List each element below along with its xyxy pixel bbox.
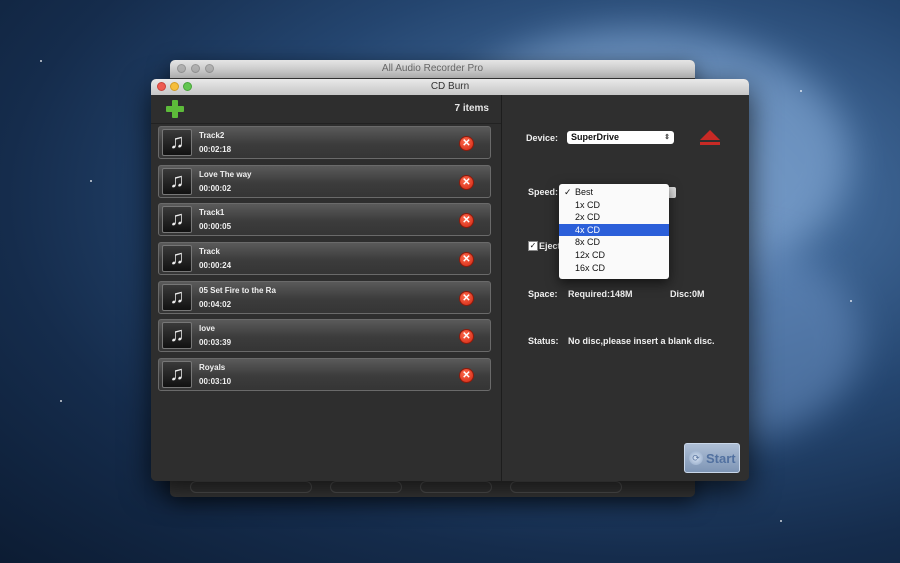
- bg-toolbar-item: [190, 481, 312, 493]
- track-duration: 00:03:10: [199, 377, 232, 386]
- track-duration: 00:03:39: [199, 338, 232, 347]
- status-value: No disc,please insert a blank disc.: [568, 336, 715, 346]
- track-name: 05 Set Fire to the Ra: [199, 286, 276, 295]
- speed-label: Speed:: [528, 187, 559, 197]
- background-window-controls[interactable]: [177, 64, 214, 73]
- track-duration: 00:04:02: [199, 300, 232, 309]
- track-duration: 00:00:05: [199, 222, 232, 231]
- speed-option-1x[interactable]: 1x CD: [559, 199, 669, 212]
- window-title: CD Burn: [430, 81, 470, 92]
- track-name: Track: [199, 247, 220, 256]
- music-note-icon: ♫: [162, 245, 192, 272]
- track-row[interactable]: ♫ Track 00:00:24 ✕: [158, 242, 491, 275]
- device-select[interactable]: SuperDrive ⇕: [567, 131, 674, 144]
- speed-option-8x[interactable]: 8x CD: [559, 236, 669, 249]
- updown-arrows-icon: ⇕: [664, 134, 670, 141]
- track-row[interactable]: ♫ 05 Set Fire to the Ra 00:04:02 ✕: [158, 281, 491, 314]
- device-label: Device:: [526, 133, 559, 143]
- speed-option-4x[interactable]: 4x CD: [559, 223, 669, 237]
- window-titlebar[interactable]: CD Burn: [151, 79, 749, 95]
- delete-icon[interactable]: ✕: [459, 368, 474, 383]
- speed-option-2x[interactable]: 2x CD: [559, 211, 669, 224]
- track-name: Track1: [199, 208, 225, 217]
- background-window-title: All Audio Recorder Pro: [381, 63, 484, 74]
- space-required: Required:148M: [568, 289, 633, 299]
- eject-icon[interactable]: [700, 130, 720, 148]
- status-label: Status:: [528, 336, 559, 346]
- track-row[interactable]: ♫ Royals 00:03:10 ✕: [158, 358, 491, 391]
- background-window-titlebar[interactable]: All Audio Recorder Pro: [170, 60, 695, 78]
- bg-toolbar-item: [510, 481, 622, 493]
- track-list-header: 7 items: [151, 95, 501, 124]
- music-note-icon: ♫: [162, 361, 192, 388]
- cd-burn-window[interactable]: CD Burn 7 items ♫ Track2 00:02:18 ✕ ♫ Lo…: [151, 79, 749, 481]
- star: [800, 90, 802, 92]
- track-row[interactable]: ♫ Track1 00:00:05 ✕: [158, 203, 491, 236]
- track-duration: 00:00:02: [199, 184, 232, 193]
- speed-dropdown-menu[interactable]: ✓ Best 1x CD 2x CD 4x CD 8x CD 12x CD 16x…: [559, 184, 669, 279]
- star: [90, 180, 92, 182]
- star: [780, 520, 782, 522]
- speed-option-16x[interactable]: 16x CD: [559, 262, 669, 275]
- music-note-icon: ♫: [162, 168, 192, 195]
- close-icon[interactable]: [177, 64, 186, 73]
- star: [850, 300, 852, 302]
- space-disc: Disc:0M: [670, 289, 705, 299]
- track-row[interactable]: ♫ Track2 00:02:18 ✕: [158, 126, 491, 159]
- minimize-icon[interactable]: [170, 82, 179, 91]
- checkmark-icon: ✓: [564, 187, 572, 197]
- delete-icon[interactable]: ✕: [459, 329, 474, 344]
- delete-icon[interactable]: ✕: [459, 213, 474, 228]
- delete-icon[interactable]: ✕: [459, 291, 474, 306]
- delete-icon[interactable]: ✕: [459, 136, 474, 151]
- window-controls[interactable]: [157, 82, 192, 91]
- track-name: love: [199, 324, 216, 333]
- bg-toolbar-item: [330, 481, 402, 493]
- track-name: Love The way: [199, 170, 252, 179]
- item-count: 7 items: [454, 103, 489, 114]
- music-note-icon: ♫: [162, 284, 192, 311]
- device-value: SuperDrive: [571, 132, 620, 142]
- speed-option-best[interactable]: ✓ Best: [559, 186, 669, 199]
- track-list-pane: 7 items ♫ Track2 00:02:18 ✕ ♫ Love The w…: [151, 95, 502, 481]
- start-button[interactable]: ⟳ Start: [684, 443, 740, 473]
- track-duration: 00:00:24: [199, 261, 232, 270]
- eject-checkbox-label: Eject: [539, 241, 561, 251]
- star: [60, 400, 62, 402]
- delete-icon[interactable]: ✕: [459, 252, 474, 267]
- add-icon[interactable]: [166, 100, 184, 118]
- minimize-icon[interactable]: [191, 64, 200, 73]
- track-name: Royals: [199, 363, 226, 372]
- music-note-icon: ♫: [162, 322, 192, 349]
- burn-icon: ⟳: [689, 451, 703, 465]
- track-row[interactable]: ♫ love 00:03:39 ✕: [158, 319, 491, 352]
- eject-checkbox[interactable]: ✓: [528, 241, 538, 251]
- music-note-icon: ♫: [162, 129, 192, 156]
- bg-toolbar-item: [420, 481, 492, 493]
- start-label: Start: [706, 451, 736, 466]
- zoom-icon[interactable]: [205, 64, 214, 73]
- track-duration: 00:02:18: [199, 145, 232, 154]
- track-row[interactable]: ♫ Love The way 00:00:02 ✕: [158, 165, 491, 198]
- music-note-icon: ♫: [162, 206, 192, 233]
- star: [40, 60, 42, 62]
- close-icon[interactable]: [157, 82, 166, 91]
- delete-icon[interactable]: ✕: [459, 175, 474, 190]
- track-name: Track2: [199, 131, 225, 140]
- zoom-icon[interactable]: [183, 82, 192, 91]
- speed-option-12x[interactable]: 12x CD: [559, 249, 669, 262]
- burn-settings-pane: Device: SuperDrive ⇕ Speed: ✓ Eject Spac…: [502, 95, 749, 481]
- space-label: Space:: [528, 289, 558, 299]
